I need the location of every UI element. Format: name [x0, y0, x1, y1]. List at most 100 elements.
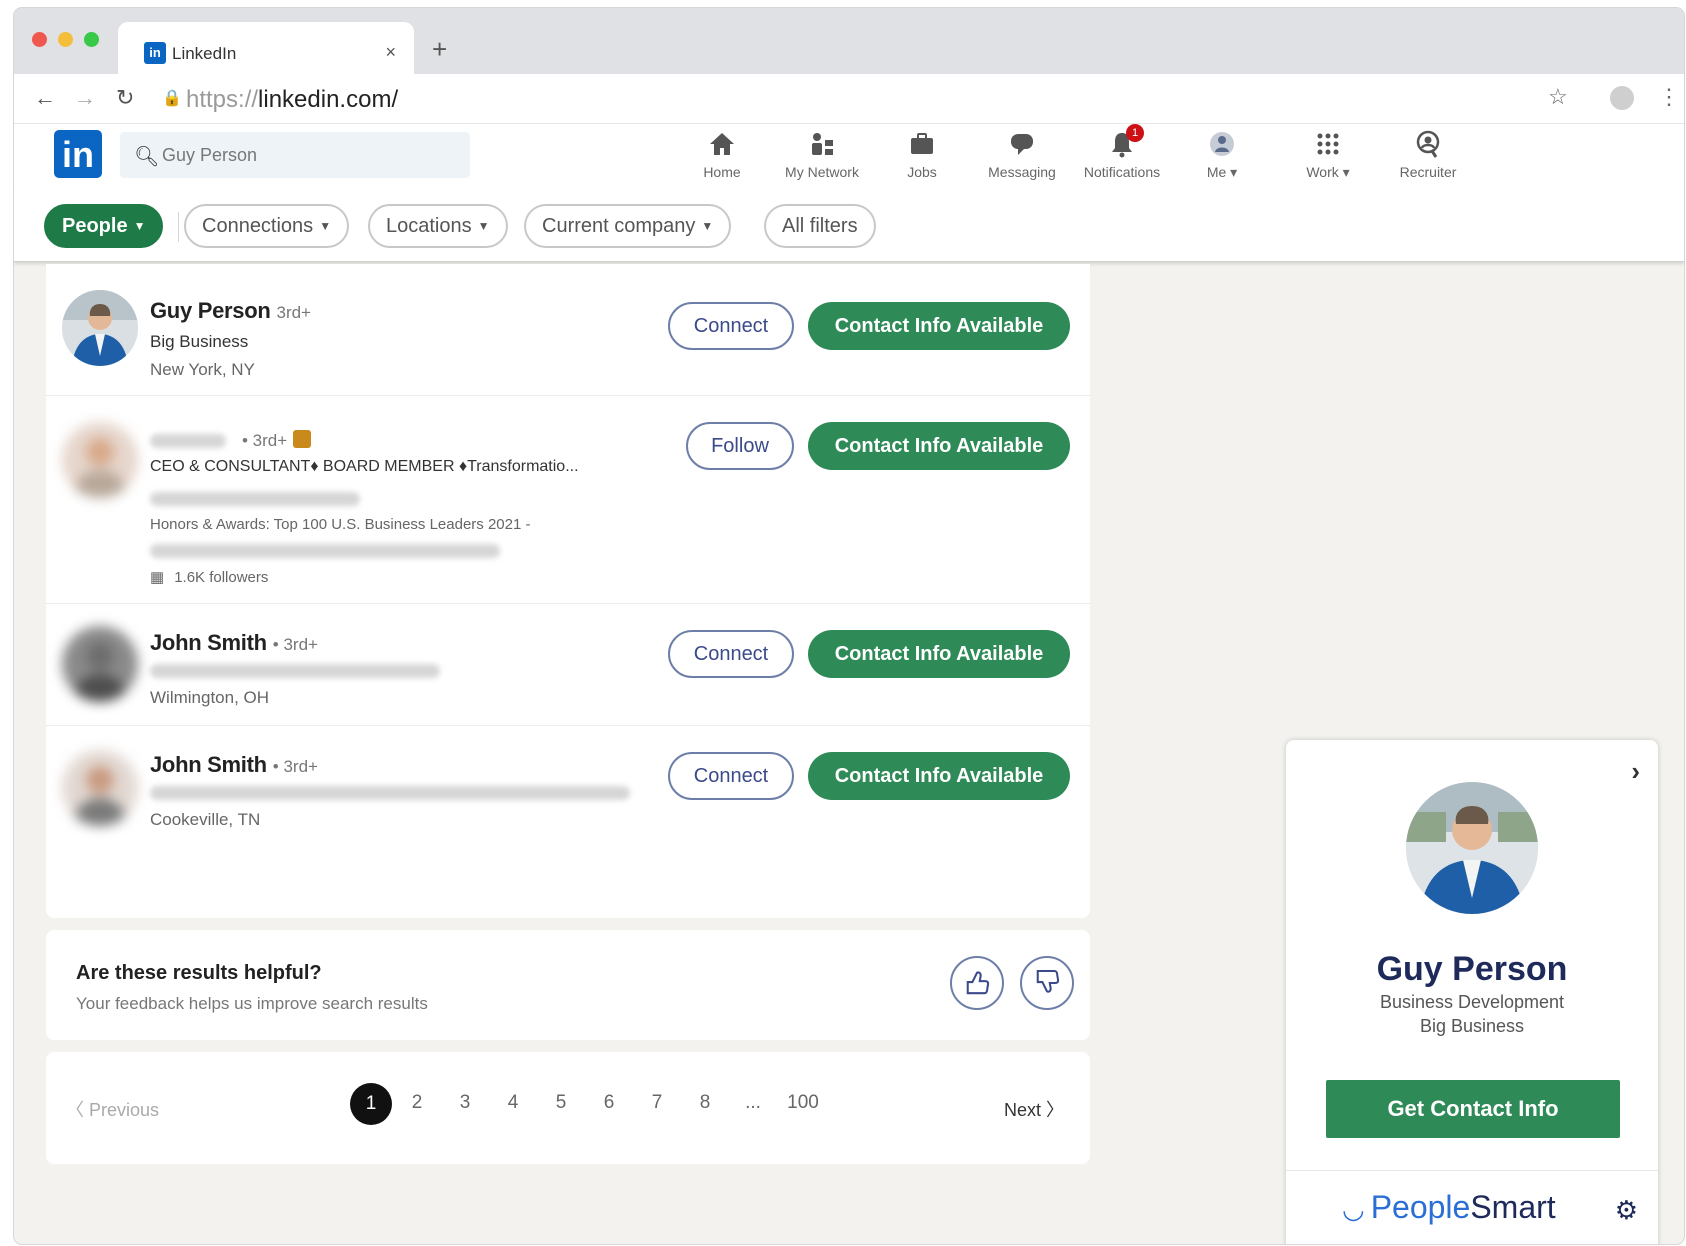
thumbs-down-icon: [1036, 969, 1060, 993]
caret-down-icon: ▼: [133, 219, 146, 233]
contact-info-available-button[interactable]: Contact Info Available: [808, 630, 1070, 678]
result-row[interactable]: Guy Person 3rd+ Big Business New York, NY…: [46, 264, 1090, 396]
browser-tab-linkedin[interactable]: in LinkedIn ×: [118, 22, 414, 74]
result-row[interactable]: • 3rd+ CEO & CONSULTANT♦ BOARD MEMBER ♦T…: [46, 396, 1090, 604]
building-icon: ▦: [150, 569, 165, 586]
contact-info-available-button[interactable]: Contact Info Available: [808, 302, 1070, 350]
connect-button[interactable]: Connect: [668, 752, 794, 800]
avatar[interactable]: [62, 750, 138, 826]
url-host: linkedin.com/: [258, 86, 399, 113]
result-name-line[interactable]: Guy Person 3rd+: [150, 298, 311, 324]
result-awards: Honors & Awards: Top 100 U.S. Business L…: [150, 516, 531, 533]
thumbs-up-icon: [966, 971, 990, 995]
nav-jobs[interactable]: Jobs: [874, 124, 970, 188]
previous-page-button[interactable]: 〈 Previous: [66, 1096, 159, 1122]
page-4-button[interactable]: 4: [498, 1092, 528, 1114]
page-6-button[interactable]: 6: [594, 1092, 624, 1114]
result-name[interactable]: John Smith: [150, 752, 267, 777]
reload-icon[interactable]: ↻: [116, 86, 134, 110]
redacted-summary: [150, 544, 500, 558]
browser-menu-icon[interactable]: ⋮: [1658, 84, 1680, 110]
home-icon: [710, 133, 734, 155]
recruiter-icon: [1416, 130, 1440, 158]
lock-icon[interactable]: 🔒: [162, 88, 182, 108]
connect-button[interactable]: Connect: [668, 630, 794, 678]
profile-avatar: [1406, 782, 1538, 914]
avatar[interactable]: [62, 422, 138, 498]
linkedin-logo-icon[interactable]: in: [54, 130, 102, 178]
url-scheme: https://: [186, 86, 259, 113]
follow-button[interactable]: Follow: [686, 422, 794, 470]
page-5-button[interactable]: 5: [546, 1092, 576, 1114]
nav-label: Work ▾: [1306, 164, 1350, 180]
back-arrow-icon[interactable]: ←: [34, 86, 56, 110]
nav-notifications[interactable]: 1 Notifications: [1074, 124, 1170, 188]
minimize-window-button[interactable]: [58, 32, 73, 47]
peoplesmart-panel: › Guy Person Business Development Big Bu…: [1286, 740, 1658, 1244]
close-window-button[interactable]: [32, 32, 47, 47]
result-name-line[interactable]: • 3rd+: [236, 426, 312, 452]
filter-label: Connections: [202, 215, 314, 237]
result-name-line[interactable]: John Smith • 3rd+: [150, 630, 318, 656]
profile-company: Big Business: [1419, 1016, 1525, 1036]
contact-info-available-button[interactable]: Contact Info Available: [808, 422, 1070, 470]
result-name[interactable]: John Smith: [150, 630, 267, 655]
next-label: Next: [1004, 1100, 1042, 1120]
result-followers: ▦ 1.6K followers: [150, 568, 268, 586]
get-contact-info-button[interactable]: Get Contact Info: [1326, 1080, 1620, 1138]
connection-degree: • 3rd+: [242, 431, 288, 450]
avatar[interactable]: [62, 626, 138, 702]
chat-icon: [1011, 134, 1033, 155]
result-location: New York, NY: [150, 360, 255, 379]
filter-current-company[interactable]: Current company ▼: [524, 204, 732, 248]
tab-close-icon[interactable]: ×: [385, 42, 396, 63]
caret-down-icon: ▼: [701, 219, 714, 233]
page-1-button[interactable]: 1: [350, 1083, 392, 1125]
nav-messaging[interactable]: Messaging: [974, 124, 1070, 188]
filter-all-filters[interactable]: All filters: [764, 204, 876, 248]
connect-button[interactable]: Connect: [668, 302, 794, 350]
profile-name: Guy Person: [1376, 950, 1568, 988]
redacted-headline: [150, 786, 630, 800]
search-input[interactable]: [162, 132, 462, 178]
page-3-button[interactable]: 3: [450, 1092, 480, 1114]
result-row[interactable]: John Smith • 3rd+ Wilmington, OH Connect …: [46, 604, 1090, 726]
page-100-button[interactable]: 100: [780, 1092, 826, 1114]
nav-home[interactable]: Home: [674, 124, 770, 188]
chevron-right-icon[interactable]: ›: [1631, 756, 1640, 787]
avatar[interactable]: [62, 290, 138, 366]
filter-locations[interactable]: Locations ▼: [368, 204, 508, 248]
profile-title: Business Development: [1379, 992, 1565, 1012]
gear-icon[interactable]: ⚙: [1615, 1195, 1638, 1226]
contact-info-available-button[interactable]: Contact Info Available: [808, 752, 1070, 800]
nav-me[interactable]: Me ▾: [1174, 124, 1270, 188]
new-tab-button[interactable]: +: [432, 36, 447, 62]
filter-divider: [178, 212, 179, 242]
redacted-name: [150, 434, 226, 448]
nav-recruiter[interactable]: Recruiter: [1380, 124, 1476, 188]
bookmark-star-icon[interactable]: ☆: [1548, 84, 1568, 110]
feedback-subtitle: Your feedback helps us improve search re…: [76, 994, 428, 1013]
page-7-button[interactable]: 7: [642, 1092, 672, 1114]
page-8-button[interactable]: 8: [690, 1092, 720, 1114]
result-row[interactable]: John Smith • 3rd+ Cookeville, TN Connect …: [46, 726, 1090, 848]
browser-profile-icon[interactable]: [1610, 86, 1634, 110]
filter-people[interactable]: People ▼: [44, 204, 164, 248]
result-name-line[interactable]: John Smith • 3rd+: [150, 752, 318, 778]
filter-connections[interactable]: Connections ▼: [184, 204, 350, 248]
url-field[interactable]: https://linkedin.com/: [186, 86, 398, 114]
nav-work[interactable]: Work ▾: [1280, 124, 1376, 188]
next-page-button[interactable]: Next 〉: [1004, 1096, 1064, 1122]
page-2-button[interactable]: 2: [402, 1092, 432, 1114]
search-box[interactable]: 🔍︎: [120, 132, 470, 178]
maximize-window-button[interactable]: [84, 32, 99, 47]
nav-my-network[interactable]: My Network: [774, 124, 870, 188]
browser-window: in LinkedIn × + ← → ↻ 🔒 https://linkedin…: [14, 8, 1684, 1244]
previous-label: Previous: [89, 1100, 160, 1120]
result-name[interactable]: Guy Person: [150, 298, 271, 323]
forward-arrow-icon[interactable]: →: [74, 86, 96, 110]
thumbs-up-button[interactable]: [950, 956, 1004, 1010]
result-headline: CEO & CONSULTANT♦ BOARD MEMBER ♦Transfor…: [150, 458, 579, 475]
redacted-location: [150, 492, 360, 506]
thumbs-down-button[interactable]: [1020, 956, 1074, 1010]
